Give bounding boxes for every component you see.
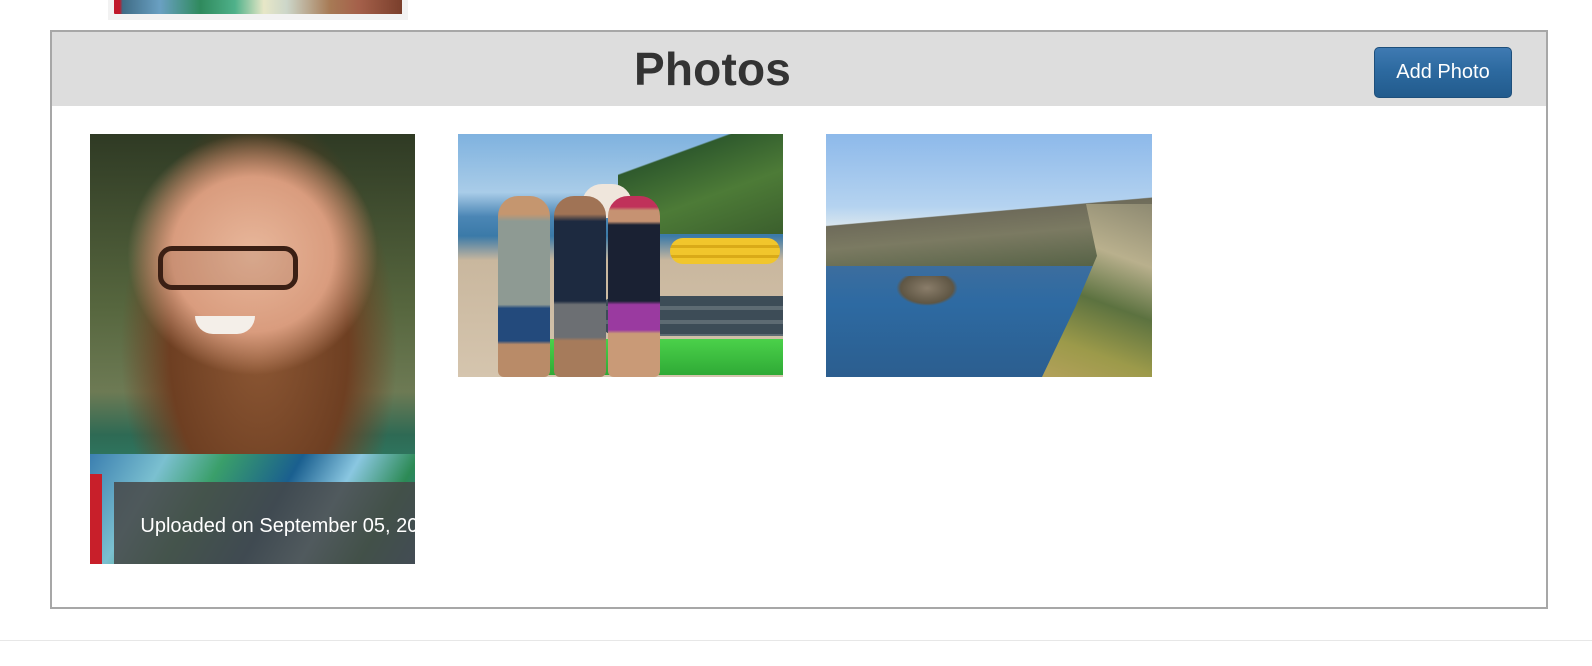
photo-detail [670, 238, 780, 264]
photo-detail [896, 276, 958, 306]
photo-caption-overlay: Uploaded on September 05, 2016 [114, 482, 415, 564]
photo-detail [90, 474, 102, 564]
photos-panel-header: Photos Add Photo [52, 32, 1546, 106]
photo-card-mountain-lake[interactable] [826, 134, 1152, 377]
photo-detail [195, 316, 255, 334]
photo-detail [608, 196, 660, 377]
page-title: Photos [634, 43, 792, 95]
photos-panel: Photos Add Photo Uploaded on September 0… [50, 30, 1548, 609]
profile-image-thumbnail [114, 0, 402, 14]
add-photo-button[interactable]: Add Photo [1374, 47, 1512, 98]
photo-card-portrait[interactable]: Uploaded on September 05, 2016 [90, 134, 415, 564]
photo-detail [158, 246, 298, 290]
photo-card-kayak-group[interactable] [458, 134, 783, 377]
photo-detail [554, 196, 606, 377]
profile-image-strip [108, 0, 408, 20]
page-divider [0, 640, 1592, 641]
upload-date-caption: Uploaded on September 05, 2016 [140, 514, 415, 537]
photo-detail [498, 196, 550, 377]
